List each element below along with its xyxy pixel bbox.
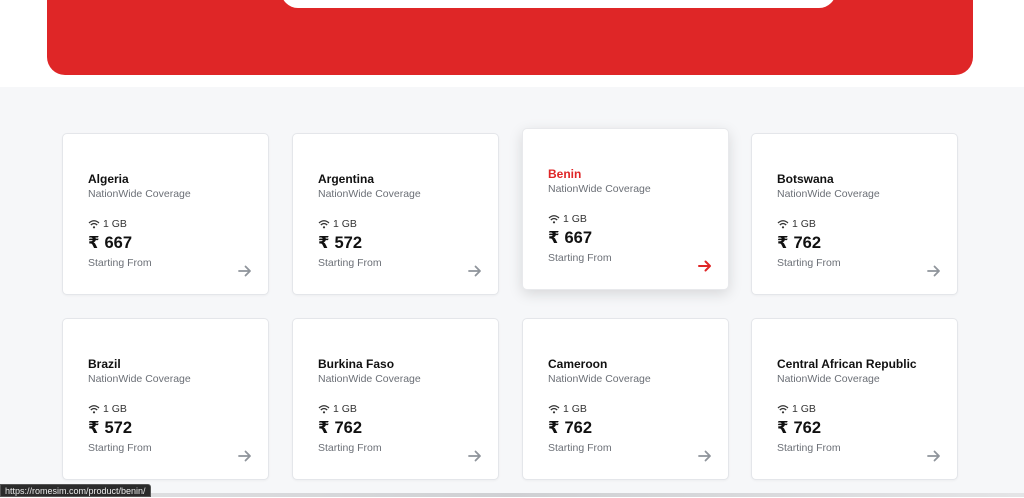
starting-from-label: Starting From <box>777 257 841 269</box>
data-amount: 1 GB <box>792 217 816 230</box>
starting-from-label: Starting From <box>88 442 152 454</box>
price: ₹667 <box>88 233 132 253</box>
coverage-label: NationWide Coverage <box>548 183 651 195</box>
price-value: 572 <box>104 419 133 437</box>
arrow-right-icon[interactable] <box>237 449 253 463</box>
destination-card-central-african-republic[interactable]: Central African Republic NationWide Cove… <box>751 318 958 480</box>
search-bar[interactable] <box>281 0 836 8</box>
arrow-right-icon[interactable] <box>467 264 483 278</box>
country-name: Botswana <box>777 172 834 186</box>
destination-card-cameroon[interactable]: Cameroon NationWide Coverage 1 GB ₹762 S… <box>522 318 729 480</box>
data-amount: 1 GB <box>563 212 587 225</box>
starting-from-label: Starting From <box>88 257 152 269</box>
currency-symbol: ₹ <box>548 419 560 437</box>
country-name: Benin <box>548 167 582 181</box>
destination-card-benin[interactable]: Benin NationWide Coverage 1 GB ₹667 Star… <box>522 128 729 290</box>
status-bar-url: https://romesim.com/product/benin/ <box>0 484 151 497</box>
hero-banner <box>47 0 973 75</box>
destinations-section: Algeria NationWide Coverage 1 GB ₹667 St… <box>0 87 1024 497</box>
data-allowance: 1 GB <box>88 402 127 415</box>
country-name: Cameroon <box>548 357 608 371</box>
data-allowance: 1 GB <box>318 402 357 415</box>
price-value: 762 <box>564 419 593 437</box>
destination-card-botswana[interactable]: Botswana NationWide Coverage 1 GB ₹762 S… <box>751 133 958 295</box>
starting-from-label: Starting From <box>777 442 841 454</box>
price-value: 667 <box>564 229 593 247</box>
price-value: 762 <box>793 419 822 437</box>
data-amount: 1 GB <box>333 217 357 230</box>
country-name: Burkina Faso <box>318 357 395 371</box>
data-amount: 1 GB <box>792 402 816 415</box>
wifi-icon <box>548 214 560 223</box>
price: ₹762 <box>777 418 821 438</box>
starting-from-label: Starting From <box>318 442 382 454</box>
destination-card-burkina-faso[interactable]: Burkina Faso NationWide Coverage 1 GB ₹7… <box>292 318 499 480</box>
search-icon[interactable] <box>812 0 830 1</box>
currency-symbol: ₹ <box>88 234 100 252</box>
currency-symbol: ₹ <box>318 234 330 252</box>
data-allowance: 1 GB <box>318 217 357 230</box>
country-name: Algeria <box>88 172 129 186</box>
data-amount: 1 GB <box>103 402 127 415</box>
price-value: 572 <box>334 234 363 252</box>
price: ₹762 <box>548 418 592 438</box>
data-amount: 1 GB <box>563 402 587 415</box>
price-value: 762 <box>334 419 363 437</box>
starting-from-label: Starting From <box>548 442 612 454</box>
destination-card-algeria[interactable]: Algeria NationWide Coverage 1 GB ₹667 St… <box>62 133 269 295</box>
arrow-right-icon[interactable] <box>926 264 942 278</box>
price: ₹762 <box>777 233 821 253</box>
coverage-label: NationWide Coverage <box>318 373 421 385</box>
coverage-label: NationWide Coverage <box>548 373 651 385</box>
starting-from-label: Starting From <box>318 257 382 269</box>
currency-symbol: ₹ <box>318 419 330 437</box>
wifi-icon <box>88 219 100 228</box>
coverage-label: NationWide Coverage <box>318 188 421 200</box>
data-amount: 1 GB <box>333 402 357 415</box>
data-amount: 1 GB <box>103 217 127 230</box>
wifi-icon <box>777 404 789 413</box>
coverage-label: NationWide Coverage <box>88 188 191 200</box>
currency-symbol: ₹ <box>777 419 789 437</box>
arrow-right-icon[interactable] <box>467 449 483 463</box>
price: ₹572 <box>88 418 132 438</box>
country-name: Brazil <box>88 357 121 371</box>
data-allowance: 1 GB <box>777 217 816 230</box>
window-bottom-edge <box>0 493 1024 497</box>
price-value: 667 <box>104 234 133 252</box>
data-allowance: 1 GB <box>777 402 816 415</box>
arrow-right-icon[interactable] <box>237 264 253 278</box>
price: ₹572 <box>318 233 362 253</box>
country-name: Central African Republic <box>777 357 917 371</box>
arrow-right-icon[interactable] <box>697 259 713 273</box>
price-value: 762 <box>793 234 822 252</box>
destination-card-brazil[interactable]: Brazil NationWide Coverage 1 GB ₹572 Sta… <box>62 318 269 480</box>
currency-symbol: ₹ <box>777 234 789 252</box>
price: ₹762 <box>318 418 362 438</box>
wifi-icon <box>318 219 330 228</box>
country-name: Argentina <box>318 172 375 186</box>
arrow-right-icon[interactable] <box>926 449 942 463</box>
currency-symbol: ₹ <box>548 229 560 247</box>
data-allowance: 1 GB <box>88 217 127 230</box>
data-allowance: 1 GB <box>548 212 587 225</box>
wifi-icon <box>318 404 330 413</box>
price: ₹667 <box>548 228 592 248</box>
coverage-label: NationWide Coverage <box>777 188 880 200</box>
data-allowance: 1 GB <box>548 402 587 415</box>
wifi-icon <box>777 219 789 228</box>
wifi-icon <box>548 404 560 413</box>
coverage-label: NationWide Coverage <box>777 373 880 385</box>
coverage-label: NationWide Coverage <box>88 373 191 385</box>
destination-card-argentina[interactable]: Argentina NationWide Coverage 1 GB ₹572 … <box>292 133 499 295</box>
search-input[interactable] <box>289 0 789 4</box>
currency-symbol: ₹ <box>88 419 100 437</box>
arrow-right-icon[interactable] <box>697 449 713 463</box>
wifi-icon <box>88 404 100 413</box>
starting-from-label: Starting From <box>548 252 612 264</box>
